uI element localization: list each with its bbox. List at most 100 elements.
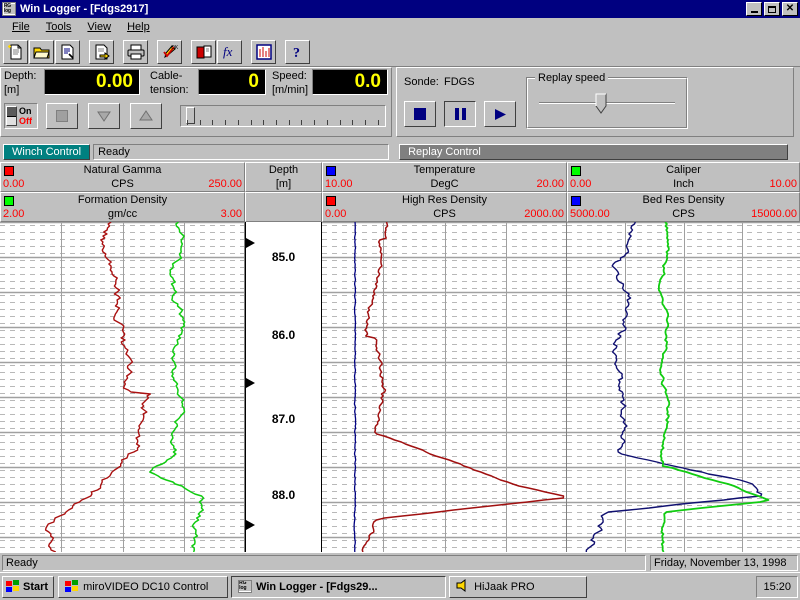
depth-header-unit: [m] — [246, 178, 321, 190]
rocker-switch-icon — [6, 106, 17, 126]
track-2-plot[interactable] — [322, 222, 567, 552]
tab-replay-control[interactable]: Replay Control — [399, 144, 788, 160]
tension-readout: 0 — [198, 69, 266, 95]
control-tab-strip: Winch Control Ready Replay Control — [0, 142, 800, 162]
play-icon — [493, 108, 507, 121]
log-plot-area: 85.0 86.0 87.0 88.0 — [0, 222, 800, 552]
tension-label: Cable- — [150, 71, 182, 82]
track-3-curves — [567, 222, 800, 552]
curve-name: Natural Gamma — [1, 164, 244, 176]
track-3-curve-2-header[interactable]: Bed Res Density CPS 5000.00 15000.00 — [567, 192, 800, 222]
depth-unit-label: [m] — [4, 85, 19, 96]
triangle-up-icon — [138, 110, 154, 122]
winch-control-panel: Depth: [m] 0.00 Cable- tension: 0 Speed:… — [0, 67, 394, 139]
replay-control-panel: Sonde: FDGS Replay speed — [394, 67, 800, 139]
track-1-curve-2-header[interactable]: Formation Density gm/cc 2.00 3.00 — [0, 192, 245, 222]
taskbar: Start miroVIDEO DC10 Control RGlog Win L… — [0, 572, 800, 600]
curve-max: 250.00 — [208, 178, 242, 190]
help-icon[interactable]: ? — [285, 40, 310, 64]
menu-item-view[interactable]: View — [79, 19, 119, 35]
depth-label: 88.0 — [246, 488, 321, 502]
stop-square-icon — [414, 108, 426, 120]
power-off-label: Off — [19, 116, 32, 126]
document-properties-icon[interactable] — [55, 40, 80, 64]
curve-min: 0.00 — [570, 178, 591, 190]
track-2-curves — [322, 222, 567, 552]
curve-min: 0.00 — [325, 208, 346, 220]
replay-slider-thumb[interactable] — [594, 93, 608, 115]
task-label: Win Logger - [Fdgs29... — [256, 581, 378, 593]
minimize-icon[interactable] — [746, 2, 762, 16]
curve-max: 20.00 — [536, 178, 564, 190]
depth-header-label: Depth — [246, 164, 321, 176]
track-1-plot[interactable] — [0, 222, 245, 552]
tension-label-2: tension: — [150, 85, 189, 96]
depth-column[interactable]: 85.0 86.0 87.0 88.0 — [245, 222, 322, 552]
log-display: Natural Gamma CPS 0.00 250.00 Formation … — [0, 162, 800, 552]
menu-item-tools[interactable]: Tools — [38, 19, 80, 35]
control-panel: Depth: [m] 0.00 Cable- tension: 0 Speed:… — [0, 67, 800, 139]
stop-square-icon — [56, 110, 68, 122]
svg-text:?: ? — [293, 46, 300, 61]
triangle-down-icon — [96, 110, 112, 122]
new-document-icon[interactable] — [3, 40, 28, 64]
depth-marker — [246, 520, 255, 530]
task-hijaak-pro[interactable]: HiJaak PRO — [449, 576, 587, 598]
winch-down-button[interactable] — [88, 103, 120, 129]
replay-speed-label: Replay speed — [535, 72, 608, 84]
task-label: HiJaak PRO — [474, 581, 535, 593]
curve-unit: DegC — [323, 178, 566, 190]
tab-winch-control[interactable]: Winch Control — [3, 144, 90, 160]
track-1-curves — [0, 222, 245, 552]
export-document-icon[interactable] — [89, 40, 114, 64]
curve-max: 2000.00 — [524, 208, 564, 220]
menu-bar: File Tools View Help — [0, 18, 800, 37]
win-logger-window: RGlog Win Logger - [Fdgs2917] ✕ File Too… — [0, 0, 800, 600]
winch-status-field: Ready — [93, 144, 389, 160]
task-win-logger[interactable]: RGlog Win Logger - [Fdgs29... — [231, 576, 446, 598]
rg-log-icon: RGlog — [2, 2, 16, 16]
menu-item-file[interactable]: File — [4, 19, 38, 35]
replay-pause-button[interactable] — [444, 101, 476, 127]
curve-unit: gm/cc — [1, 208, 244, 220]
start-button[interactable]: Start — [2, 576, 54, 598]
svg-text:OK: OK — [171, 45, 179, 51]
depth-label: 87.0 — [246, 412, 321, 426]
menu-item-help[interactable]: Help — [119, 19, 158, 35]
depth-readout: 0.00 — [44, 69, 140, 95]
replay-stop-button[interactable] — [404, 101, 436, 127]
open-folder-icon[interactable] — [29, 40, 54, 64]
print-icon[interactable] — [123, 40, 148, 64]
track-2-curve-2-header[interactable]: High Res Density CPS 0.00 2000.00 — [322, 192, 567, 222]
track-1-curve-1-header[interactable]: Natural Gamma CPS 0.00 250.00 — [0, 162, 245, 192]
restore-icon[interactable] — [764, 2, 780, 16]
depth-column-header: Depth [m] — [245, 162, 322, 222]
winch-stop-button[interactable] — [46, 103, 78, 129]
track-3-header: Caliper Inch 0.00 10.00 Bed Res Density … — [567, 162, 800, 222]
calibrate-icon[interactable]: OK — [157, 40, 182, 64]
system-tray-clock[interactable]: 15:20 — [756, 576, 798, 598]
speed-label: Speed: — [272, 71, 307, 82]
curve-unit: Inch — [568, 178, 799, 190]
task-miro-video[interactable]: miroVIDEO DC10 Control — [58, 576, 228, 598]
chart-window-icon[interactable] — [251, 40, 276, 64]
close-icon[interactable]: ✕ — [782, 2, 798, 16]
speed-readout: 0.0 — [312, 69, 388, 95]
track-3-plot[interactable] — [567, 222, 800, 552]
winch-power-switch[interactable]: On Off — [4, 103, 38, 129]
track-3-curve-1-header[interactable]: Caliper Inch 0.00 10.00 — [567, 162, 800, 192]
track-1-header: Natural Gamma CPS 0.00 250.00 Formation … — [0, 162, 245, 222]
depth-marker — [246, 378, 255, 388]
replay-play-button[interactable] — [484, 101, 516, 127]
toolbar: OK fx ? — [0, 37, 800, 67]
function-fx-icon[interactable]: fx — [217, 40, 242, 64]
track-2-curve-1-header[interactable]: Temperature DegC 10.00 20.00 — [322, 162, 567, 192]
winch-speed-slider[interactable] — [180, 105, 386, 127]
replay-speed-group: Replay speed — [526, 77, 688, 129]
winch-up-button[interactable] — [130, 103, 162, 129]
depth-marker — [246, 238, 255, 248]
log-track-headers: Natural Gamma CPS 0.00 250.00 Formation … — [0, 162, 800, 222]
curve-name: Caliper — [568, 164, 799, 176]
book-icon[interactable] — [191, 40, 216, 64]
curve-max: 15000.00 — [751, 208, 797, 220]
